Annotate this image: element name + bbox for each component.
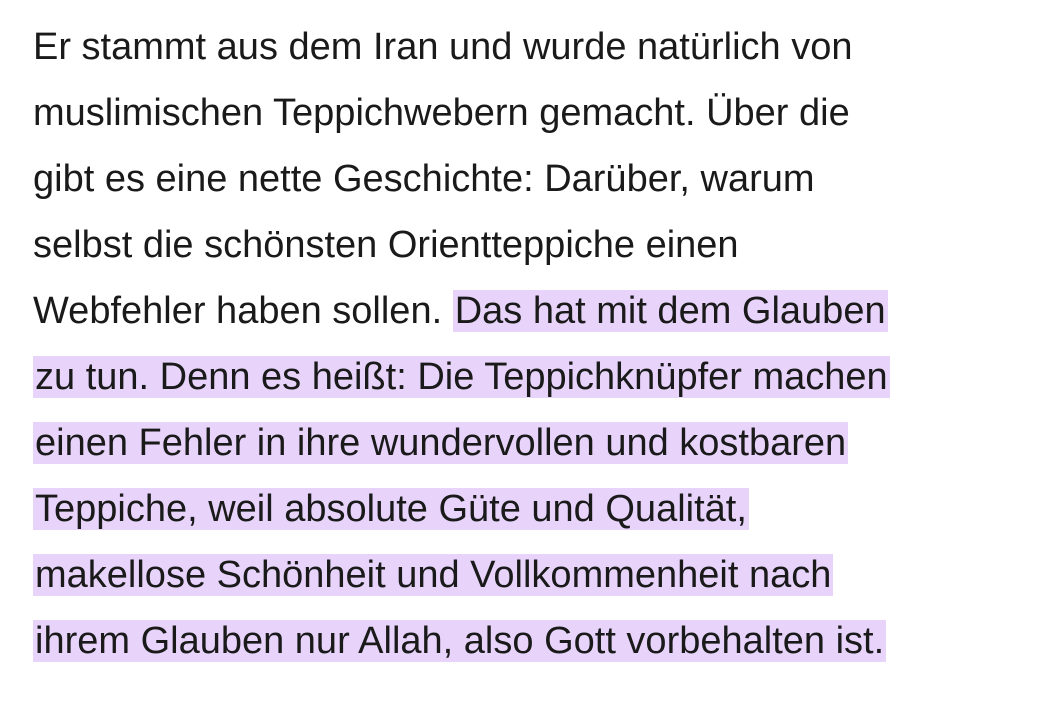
text-segment: selbst die schönsten Orientteppiche eine…: [33, 224, 739, 266]
highlighted-text[interactable]: ihrem Glauben nur Allah, also Gott vorbe…: [33, 620, 887, 662]
text-line: gibt es eine nette Geschichte: Darüber, …: [33, 146, 1033, 212]
article-paragraph: Er stammt aus dem Iran und wurde natürli…: [33, 14, 1033, 674]
text-line: Webfehler haben sollen. Das hat mit dem …: [33, 278, 1033, 344]
highlighted-text[interactable]: Das hat mit dem Glauben: [452, 290, 888, 332]
text-line: zu tun. Denn es heißt: Die Teppichknüpfe…: [33, 344, 1033, 410]
text-segment: gibt es eine nette Geschichte: Darüber, …: [33, 158, 815, 200]
highlighted-text[interactable]: einen Fehler in ihre wundervollen und ko…: [33, 422, 849, 464]
text-line: Er stammt aus dem Iran und wurde natürli…: [33, 14, 1033, 80]
highlighted-text[interactable]: zu tun. Denn es heißt: Die Teppichknüpfe…: [33, 356, 890, 398]
text-line: ihrem Glauben nur Allah, also Gott vorbe…: [33, 608, 1033, 674]
text-segment: Webfehler haben sollen.: [33, 290, 453, 332]
highlighted-text[interactable]: makellose Schönheit und Vollkommenheit n…: [33, 554, 834, 596]
text-segment: muslimischen Teppichwebern gemacht. Über…: [33, 92, 850, 134]
text-line: einen Fehler in ihre wundervollen und ko…: [33, 410, 1033, 476]
text-line: Teppiche, weil absolute Güte und Qualitä…: [33, 476, 1033, 542]
text-line: muslimischen Teppichwebern gemacht. Über…: [33, 80, 1033, 146]
text-segment: Er stammt aus dem Iran und wurde natürli…: [33, 26, 853, 68]
highlighted-text[interactable]: Teppiche, weil absolute Güte und Qualitä…: [33, 488, 749, 530]
text-line: makellose Schönheit und Vollkommenheit n…: [33, 542, 1033, 608]
text-line: selbst die schönsten Orientteppiche eine…: [33, 212, 1033, 278]
